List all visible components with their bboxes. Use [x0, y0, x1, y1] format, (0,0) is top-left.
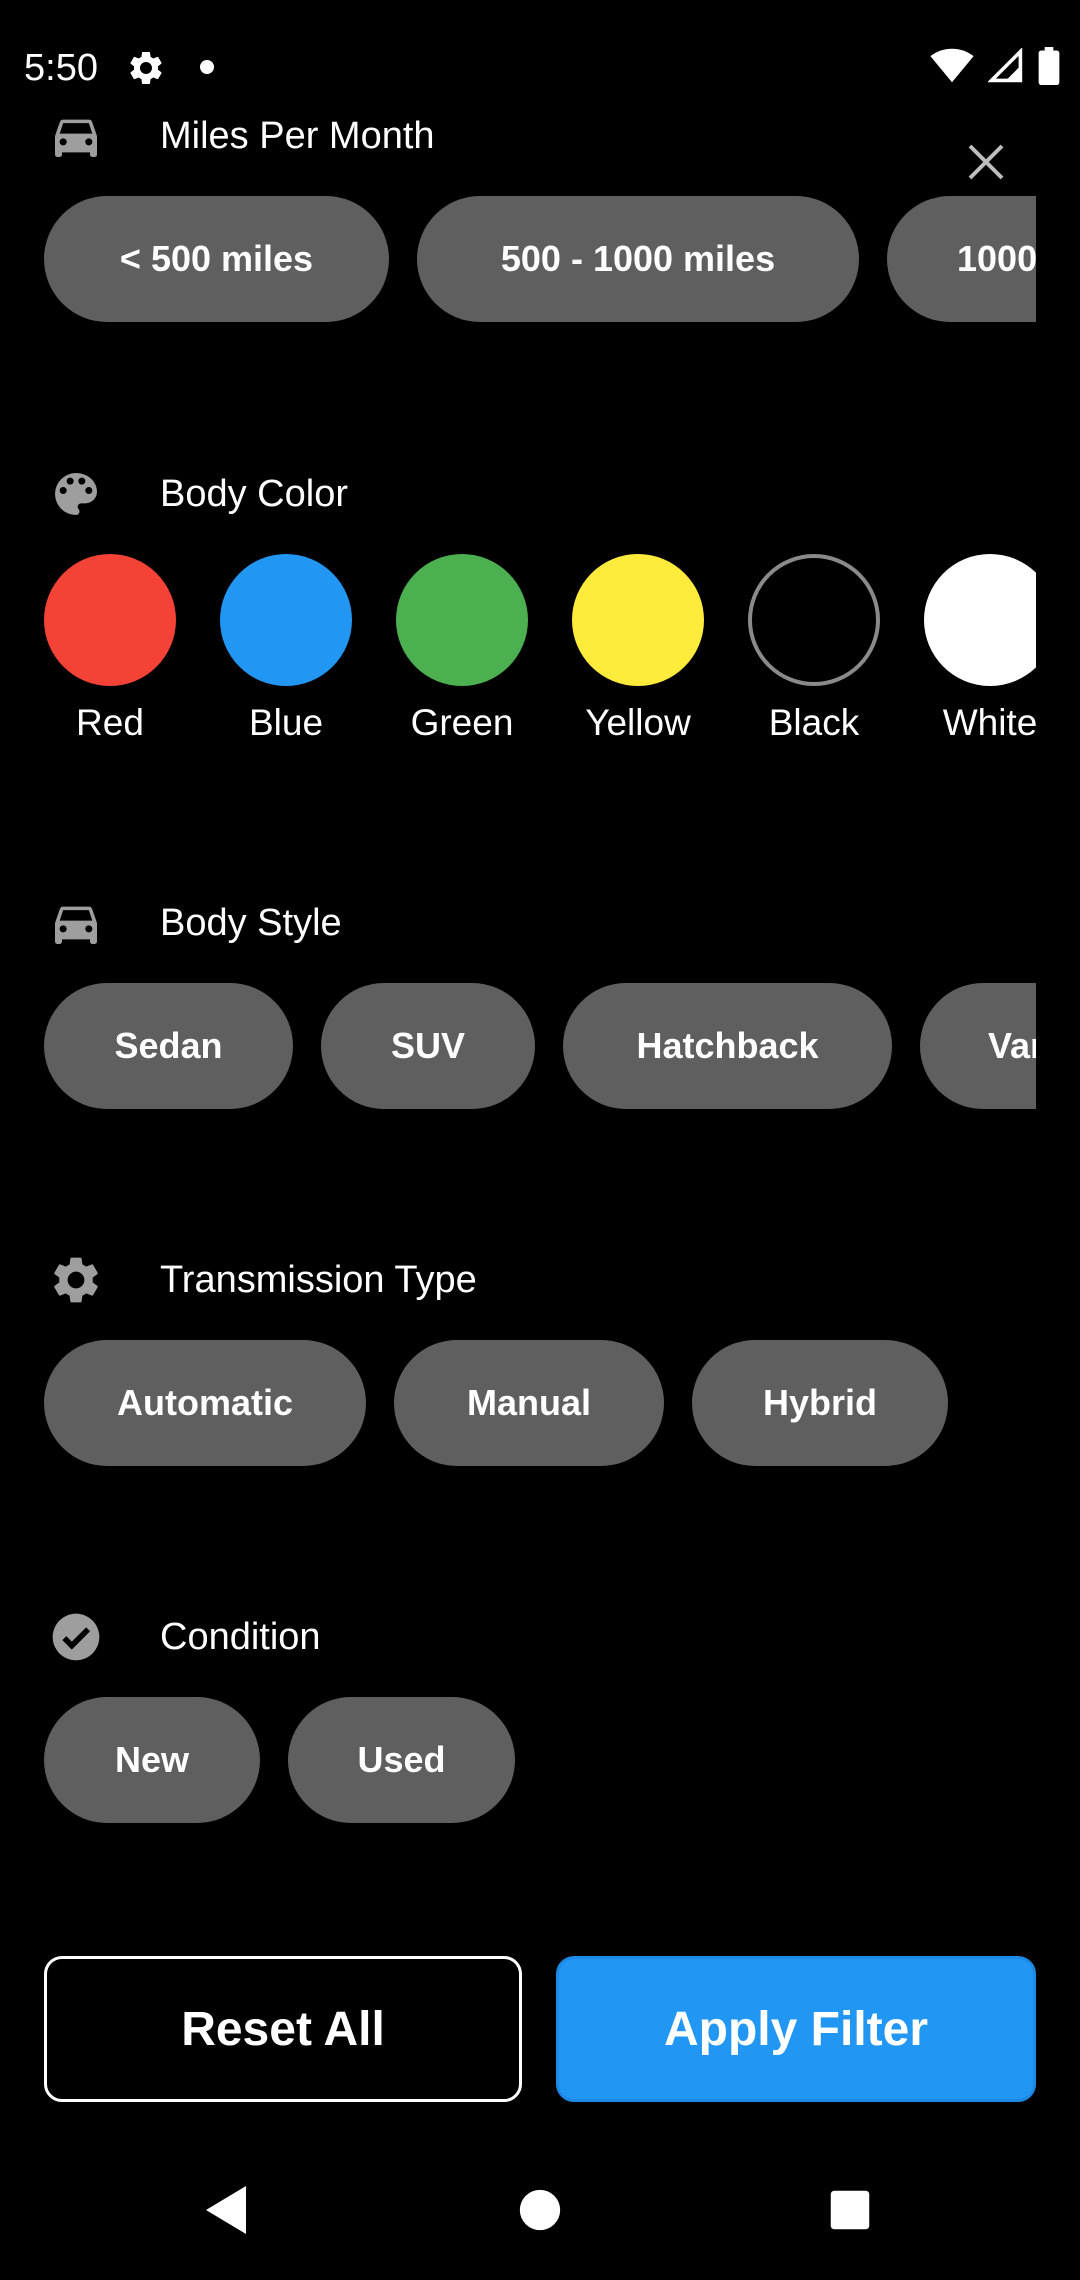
- body-style-options: Sedan SUV Hatchback Van: [44, 983, 1036, 1109]
- color-option-yellow[interactable]: Yellow: [572, 554, 704, 754]
- color-swatch-white[interactable]: [924, 554, 1036, 686]
- recents-icon: [829, 2189, 871, 2236]
- battery-icon: [1038, 46, 1060, 90]
- body-color-section-header: Body Color: [0, 458, 1080, 528]
- body-style-section-title: Body Style: [160, 902, 342, 944]
- body-color-section-title: Body Color: [160, 473, 348, 515]
- miles-section-header: Miles Per Month: [0, 100, 1080, 170]
- condition-options: New Used: [44, 1697, 1036, 1823]
- color-swatch-yellow[interactable]: [572, 554, 704, 686]
- color-option-red[interactable]: Red: [44, 554, 176, 754]
- transmission-chip-hybrid[interactable]: Hybrid: [692, 1340, 948, 1466]
- back-icon: [202, 2184, 250, 2241]
- body-style-chip-sedan[interactable]: Sedan: [44, 983, 293, 1109]
- wifi-icon: [930, 48, 974, 89]
- body-style-chip-suv[interactable]: SUV: [321, 983, 535, 1109]
- color-swatch-red[interactable]: [44, 554, 176, 686]
- nav-home-button[interactable]: [500, 2172, 580, 2252]
- reset-all-button[interactable]: Reset All: [44, 1956, 522, 2102]
- notification-dot-icon: [200, 60, 214, 74]
- miles-options: < 500 miles 500 - 1000 miles 1000+ miles: [44, 196, 1036, 322]
- miles-section-title: Miles Per Month: [160, 115, 435, 157]
- miles-chip-500-1000[interactable]: 500 - 1000 miles: [417, 196, 859, 322]
- nav-recents-button[interactable]: [810, 2172, 890, 2252]
- color-swatch-blue[interactable]: [220, 554, 352, 686]
- color-option-white[interactable]: White: [924, 554, 1036, 754]
- color-option-green[interactable]: Green: [396, 554, 528, 754]
- home-icon: [518, 2188, 562, 2237]
- color-swatch-black[interactable]: [748, 554, 880, 686]
- color-label-black: Black: [768, 702, 860, 743]
- check-circle-icon: [48, 1609, 104, 1665]
- color-label-blue: Blue: [248, 702, 324, 743]
- color-label-yellow: Yellow: [585, 702, 691, 743]
- status-icons: [930, 46, 1060, 90]
- car-icon: [48, 108, 104, 164]
- apply-filter-button[interactable]: Apply Filter: [556, 1956, 1036, 2102]
- cellular-signal-icon: [987, 46, 1024, 89]
- car-icon: [48, 895, 104, 951]
- color-label-red: Red: [76, 702, 144, 743]
- body-color-options: Red Blue Green Yellow Black White: [44, 554, 1036, 754]
- color-swatch-green[interactable]: [396, 554, 528, 686]
- transmission-chip-manual[interactable]: Manual: [394, 1340, 664, 1466]
- miles-chip-under-500[interactable]: < 500 miles: [44, 196, 389, 322]
- transmission-chip-automatic[interactable]: Automatic: [44, 1340, 366, 1466]
- transmission-options: Automatic Manual Hybrid: [44, 1340, 1036, 1466]
- body-style-chip-hatchback[interactable]: Hatchback: [563, 983, 892, 1109]
- miles-chip-over-1000[interactable]: 1000+ miles: [887, 196, 1036, 322]
- color-option-black[interactable]: Black: [748, 554, 880, 754]
- color-option-blue[interactable]: Blue: [220, 554, 352, 754]
- body-style-section-header: Body Style: [0, 887, 1080, 957]
- color-label-white: White: [942, 702, 1036, 743]
- condition-section-header: Condition: [0, 1601, 1080, 1671]
- transmission-section-header: Transmission Type: [0, 1244, 1080, 1314]
- body-style-chip-van[interactable]: Van: [920, 983, 1036, 1109]
- navigation-bar: [0, 2146, 1080, 2280]
- condition-chip-new[interactable]: New: [44, 1697, 260, 1823]
- condition-section-title: Condition: [160, 1616, 321, 1658]
- settings-icon: [126, 48, 166, 88]
- status-time: 5:50: [24, 47, 98, 89]
- condition-chip-used[interactable]: Used: [288, 1697, 515, 1823]
- nav-back-button[interactable]: [186, 2172, 266, 2252]
- palette-icon: [48, 466, 104, 522]
- color-label-green: Green: [410, 702, 514, 743]
- transmission-section-title: Transmission Type: [160, 1259, 477, 1301]
- gear-icon: [48, 1252, 104, 1308]
